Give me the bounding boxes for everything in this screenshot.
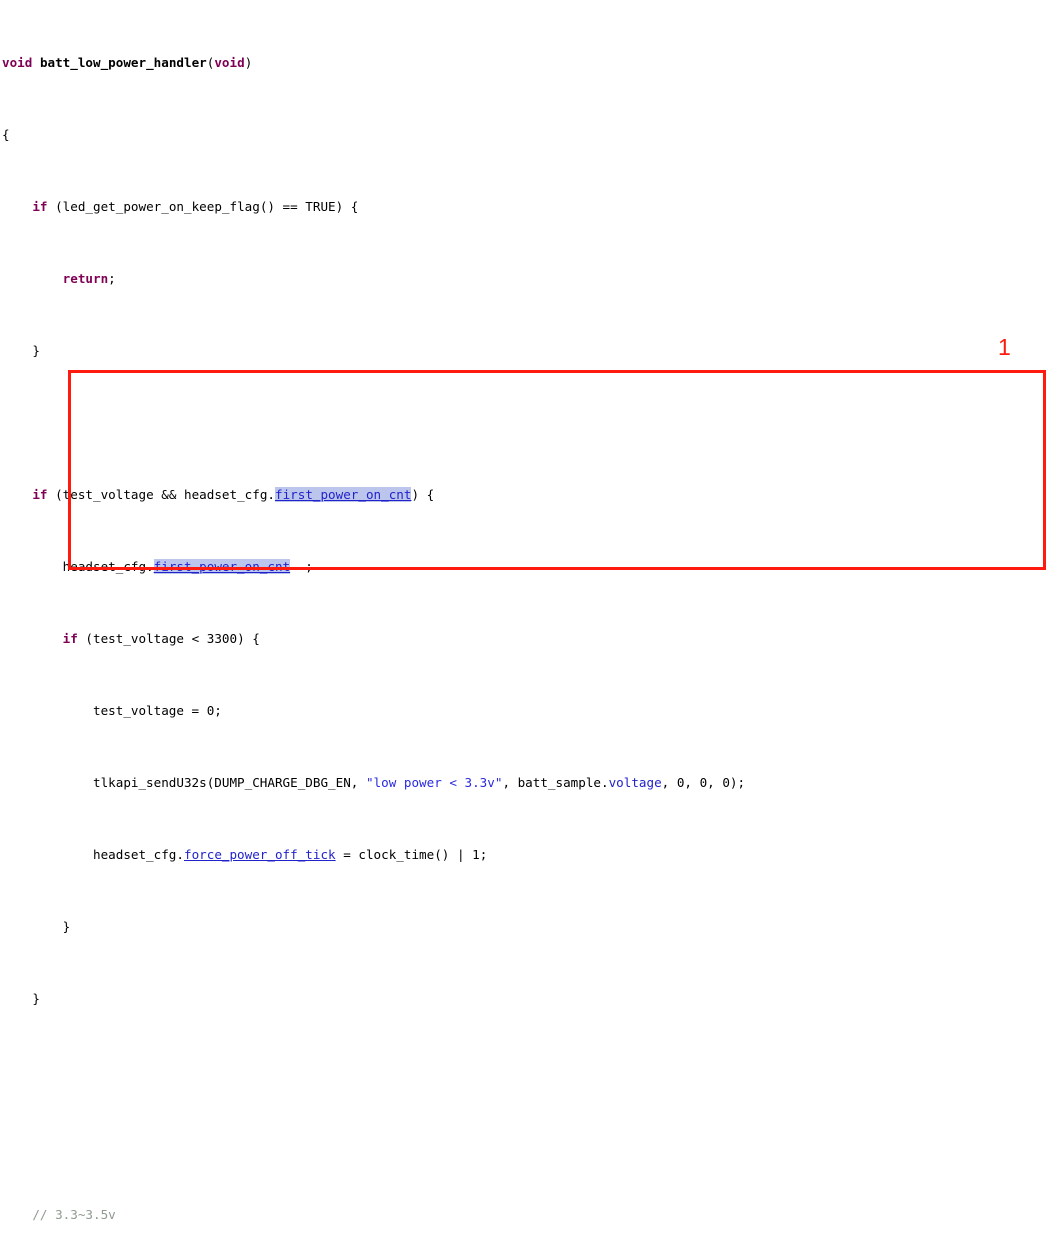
code-line-1: void batt_low_power_handler(void) <box>2 55 253 70</box>
keyword-void-param: void <box>214 55 245 70</box>
code-line-12: headset_cfg.force_power_off_tick = clock… <box>2 847 488 862</box>
code-line-14: } <box>2 991 40 1006</box>
code-line-7: if (test_voltage && headset_cfg.first_po… <box>32 487 435 502</box>
member-force-power-off-tick: force_power_off_tick <box>183 847 336 862</box>
keyword-if: if <box>32 199 48 214</box>
code-line-9: if (test_voltage < 3300) { <box>62 631 260 646</box>
keyword-if: if <box>32 487 48 502</box>
code-line-8: headset_cfg.first_power_on_cnt--; <box>2 559 313 574</box>
code-line-17: // 3.3~3.5v <box>0 1206 1060 1224</box>
code-line-4: return; <box>62 271 116 286</box>
member-voltage: voltage <box>608 775 662 790</box>
keyword-return: return <box>62 271 109 286</box>
annotation-label-1: 1 <box>998 334 1011 360</box>
code-editor-viewport[interactable]: void batt_low_power_handler(void) { if (… <box>0 0 1060 1222</box>
code-line-5: } <box>2 343 40 358</box>
code-line-13: } <box>2 919 71 934</box>
code-line-11: tlkapi_sendU32s(DUMP_CHARGE_DBG_EN, "low… <box>2 775 746 790</box>
keyword-void: void <box>2 55 33 70</box>
code-line-3: if (led_get_power_on_keep_flag() == TRUE… <box>32 199 359 214</box>
occurrence-first-power-on-cnt: first_power_on_cnt <box>153 559 291 574</box>
keyword-if: if <box>62 631 78 646</box>
function-name: batt_low_power_handler <box>39 55 207 70</box>
comment-voltage-range: // 3.3~3.5v <box>32 1207 116 1222</box>
code-line-2: { <box>2 127 10 142</box>
code-line-10: test_voltage = 0; <box>2 703 222 718</box>
string-low-power-3v3: "low power < 3.3v" <box>365 775 503 790</box>
occurrence-first-power-on-cnt: first_power_on_cnt <box>274 487 412 502</box>
